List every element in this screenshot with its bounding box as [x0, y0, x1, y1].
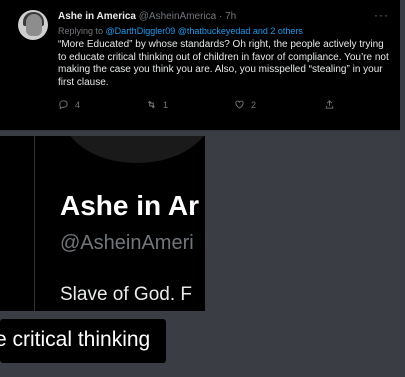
caption-overlay: e critical thinking: [0, 319, 166, 363]
like-icon: [235, 100, 244, 109]
profile-handle: @AsheinAmeri: [60, 232, 194, 254]
retweet-icon: [147, 100, 156, 109]
avatar-face-shape: [26, 14, 42, 36]
profile-avatar-edge: [60, 136, 205, 165]
thread-divider: [34, 136, 35, 311]
like-button[interactable]: 2: [234, 99, 256, 110]
tweet-time[interactable]: · 7h: [219, 11, 236, 22]
tweet-card[interactable]: Ashe in America @AsheinAmerica · 7h ··· …: [0, 0, 400, 131]
replying-to-links[interactable]: @DarthDiggler09 @thatbuckeyedad and 2 ot…: [106, 26, 303, 36]
profile-name: Ashe in Ar: [60, 190, 199, 221]
reply-count: 4: [75, 99, 81, 110]
more-options-icon[interactable]: ···: [374, 8, 389, 22]
tweet-text: “More Educated” by whose standards? Oh r…: [58, 39, 389, 88]
replying-to: Replying to @DarthDiggler09 @thatbuckeye…: [58, 26, 303, 36]
like-count: 2: [251, 99, 257, 110]
tweet-header: Ashe in America @AsheinAmerica · 7h: [58, 11, 236, 22]
reply-button[interactable]: 4: [58, 99, 80, 110]
replying-to-label: Replying to: [58, 26, 104, 36]
author-name[interactable]: Ashe in America: [58, 11, 136, 22]
avatar[interactable]: [18, 10, 48, 40]
share-icon: [325, 100, 334, 109]
retweet-count: 1: [163, 99, 169, 110]
author-handle[interactable]: @AsheinAmerica: [139, 11, 216, 22]
zoomed-profile-card: Ashe in Ar @AsheinAmeri Slave of God. F: [0, 136, 205, 311]
profile-bio: Slave of God. F: [60, 284, 193, 305]
reply-icon: [59, 100, 68, 110]
share-button[interactable]: [324, 99, 335, 110]
caption-text: e critical thinking: [0, 328, 151, 351]
tweet-actions: 4 1 2: [58, 99, 338, 113]
retweet-button[interactable]: 1: [146, 99, 168, 110]
